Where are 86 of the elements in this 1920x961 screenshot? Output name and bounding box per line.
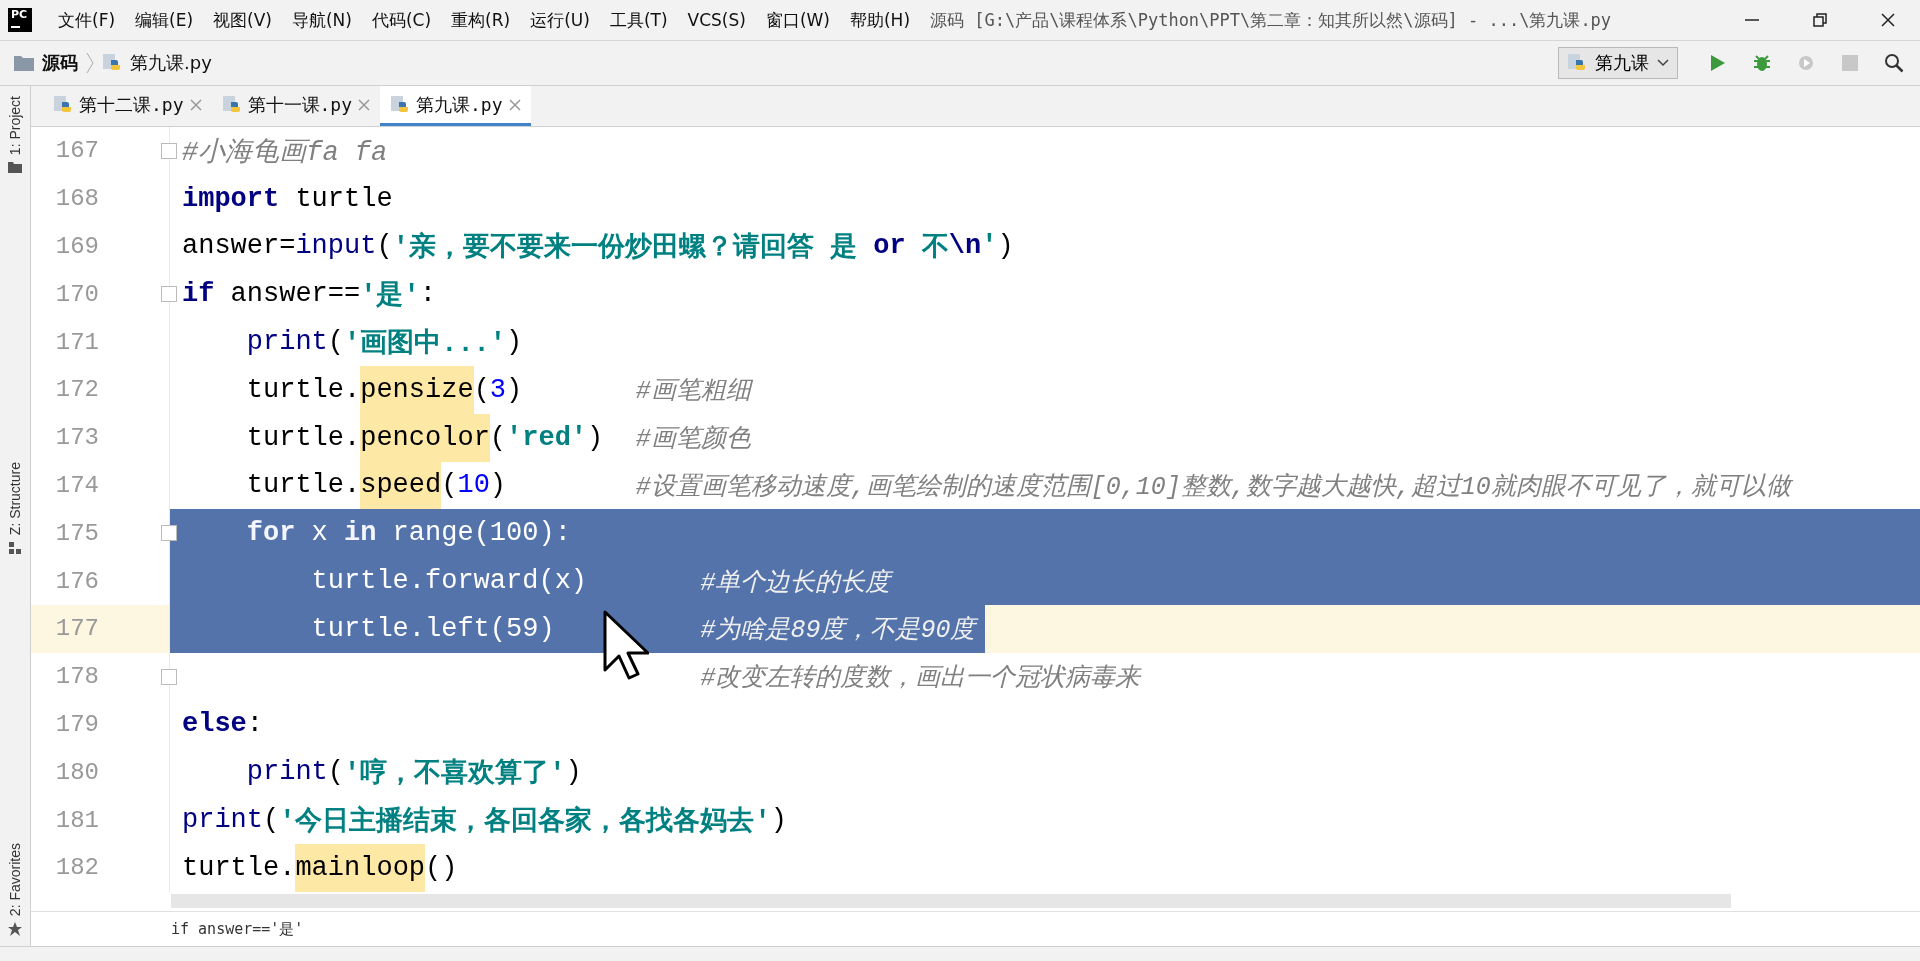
horizontal-scrollbar[interactable] bbox=[171, 894, 1731, 909]
code-line: turtle.pencolor('red') bbox=[182, 413, 604, 462]
editor-tab[interactable]: 第十一课.py bbox=[211, 86, 381, 126]
line-number: 178 bbox=[54, 663, 99, 691]
line-number: 177 bbox=[54, 615, 99, 643]
menu-item[interactable]: 重构(R) bbox=[443, 4, 519, 36]
code-line: answer=input('亲，要不要来一份炒田螺？请回答 是 or 不\n') bbox=[182, 230, 1014, 266]
fold-marker-icon[interactable] bbox=[161, 142, 177, 159]
run-configuration-dropdown[interactable]: 第九课 bbox=[1558, 47, 1678, 79]
play-icon bbox=[1710, 54, 1726, 72]
bug-icon bbox=[1752, 53, 1772, 73]
line-number: 171 bbox=[54, 328, 99, 356]
menu-item[interactable]: 文件(F) bbox=[50, 4, 124, 36]
fold-marker-icon[interactable] bbox=[161, 525, 177, 542]
close-icon[interactable] bbox=[358, 98, 371, 111]
python-file-icon bbox=[1567, 53, 1587, 73]
menu-item[interactable]: 编辑(E) bbox=[127, 4, 202, 36]
code-comment: #画笔粗细 bbox=[635, 376, 751, 409]
close-icon[interactable] bbox=[508, 98, 521, 111]
restore-icon bbox=[1812, 12, 1828, 28]
code-line: print('哼，不喜欢算了') bbox=[245, 756, 582, 792]
fold-marker-icon[interactable] bbox=[161, 668, 177, 685]
breadcrumb-item[interactable]: 源码 bbox=[42, 51, 78, 75]
editor-tab[interactable]: 第九课.py bbox=[380, 86, 531, 126]
breadcrumb-item[interactable]: 第九课.py bbox=[130, 51, 212, 75]
code-line: print('画图中...') bbox=[245, 326, 523, 362]
line-number: 176 bbox=[54, 567, 99, 595]
structure-icon bbox=[9, 541, 21, 554]
line-number: 175 bbox=[54, 519, 99, 547]
python-file-icon bbox=[53, 94, 73, 115]
code-comment: #设置画笔移动速度,画笔绘制的速度范围[0,10]整数,数字越大越快,超过10就肉眼不可见了，就可以做 bbox=[635, 471, 1791, 504]
menu-item[interactable]: 工具(T) bbox=[601, 4, 676, 36]
line-number: 172 bbox=[54, 376, 99, 404]
code-line: #小海龟画fa fa bbox=[182, 136, 388, 170]
mouse-pointer-icon bbox=[603, 609, 649, 682]
menu-item[interactable]: 导航(N) bbox=[283, 4, 360, 36]
code-line: turtle.mainloop() bbox=[182, 843, 458, 892]
line-number: 170 bbox=[54, 280, 99, 308]
menu-item[interactable]: 帮助(H) bbox=[842, 4, 919, 36]
code-line: for x in range(100): bbox=[245, 517, 571, 551]
window-title: 源码 [G:\产品\课程体系\Python\PPT\第二章：知其所以然\源码] - ...\第九课.py bbox=[930, 8, 1613, 32]
python-file-icon bbox=[221, 94, 242, 115]
code-line: turtle.pensize(3) bbox=[182, 366, 523, 414]
code-line: turtle.speed(10) bbox=[182, 461, 507, 510]
code-line: if answer=='是': bbox=[182, 278, 436, 314]
close-icon[interactable] bbox=[189, 98, 202, 111]
line-number: 180 bbox=[54, 758, 99, 786]
code-line: turtle.forward(x) bbox=[310, 565, 588, 599]
line-number: 174 bbox=[54, 471, 99, 499]
python-file-icon bbox=[390, 94, 411, 115]
line-number: 169 bbox=[54, 233, 99, 260]
menu-item[interactable]: 运行(U) bbox=[522, 4, 598, 36]
app-logo: PC bbox=[8, 8, 32, 32]
tool-window-button[interactable]: 1: Project bbox=[7, 92, 23, 178]
code-breadcrumb[interactable]: if answer=='是' bbox=[171, 919, 304, 939]
line-number: 182 bbox=[54, 854, 99, 882]
line-number: 173 bbox=[54, 424, 99, 452]
star-icon bbox=[8, 922, 22, 936]
caret-icon bbox=[1657, 59, 1669, 67]
folder-icon bbox=[14, 55, 34, 71]
close-icon bbox=[1880, 12, 1896, 28]
code-line: print('今日主播结束，各回各家，各找各妈去') bbox=[182, 804, 787, 840]
code-comment: #画笔颜色 bbox=[635, 424, 751, 457]
code-line: import turtle bbox=[182, 182, 393, 216]
chevron-icon bbox=[86, 52, 94, 74]
play-circle-icon bbox=[1796, 53, 1816, 73]
menu-item[interactable]: 视图(V) bbox=[205, 4, 280, 36]
line-number: 181 bbox=[54, 806, 99, 834]
line-number: 168 bbox=[54, 185, 99, 213]
tool-window-button[interactable]: 2: Favorites bbox=[7, 838, 23, 940]
line-number: 179 bbox=[54, 710, 99, 738]
search-icon bbox=[1884, 53, 1904, 73]
python-file-icon bbox=[102, 53, 122, 73]
line-number: 167 bbox=[54, 137, 99, 165]
stop-icon bbox=[1842, 55, 1858, 71]
minimize-icon bbox=[1745, 19, 1759, 21]
menu-item[interactable]: VCS(S) bbox=[679, 6, 754, 34]
folder-icon bbox=[8, 161, 22, 174]
code-line: else: bbox=[182, 708, 263, 742]
code-line: turtle.left(59) bbox=[310, 612, 555, 646]
editor-tab[interactable]: 第十二课.py bbox=[43, 86, 212, 126]
menu-item[interactable]: 代码(C) bbox=[363, 4, 440, 36]
fold-marker-icon[interactable] bbox=[161, 286, 177, 303]
menu-item[interactable]: 窗口(W) bbox=[757, 4, 838, 36]
code-comment: #改变左转的度数，画出一个冠状病毒来 bbox=[700, 663, 1141, 696]
tool-window-button[interactable]: Z: Structure bbox=[7, 458, 23, 558]
